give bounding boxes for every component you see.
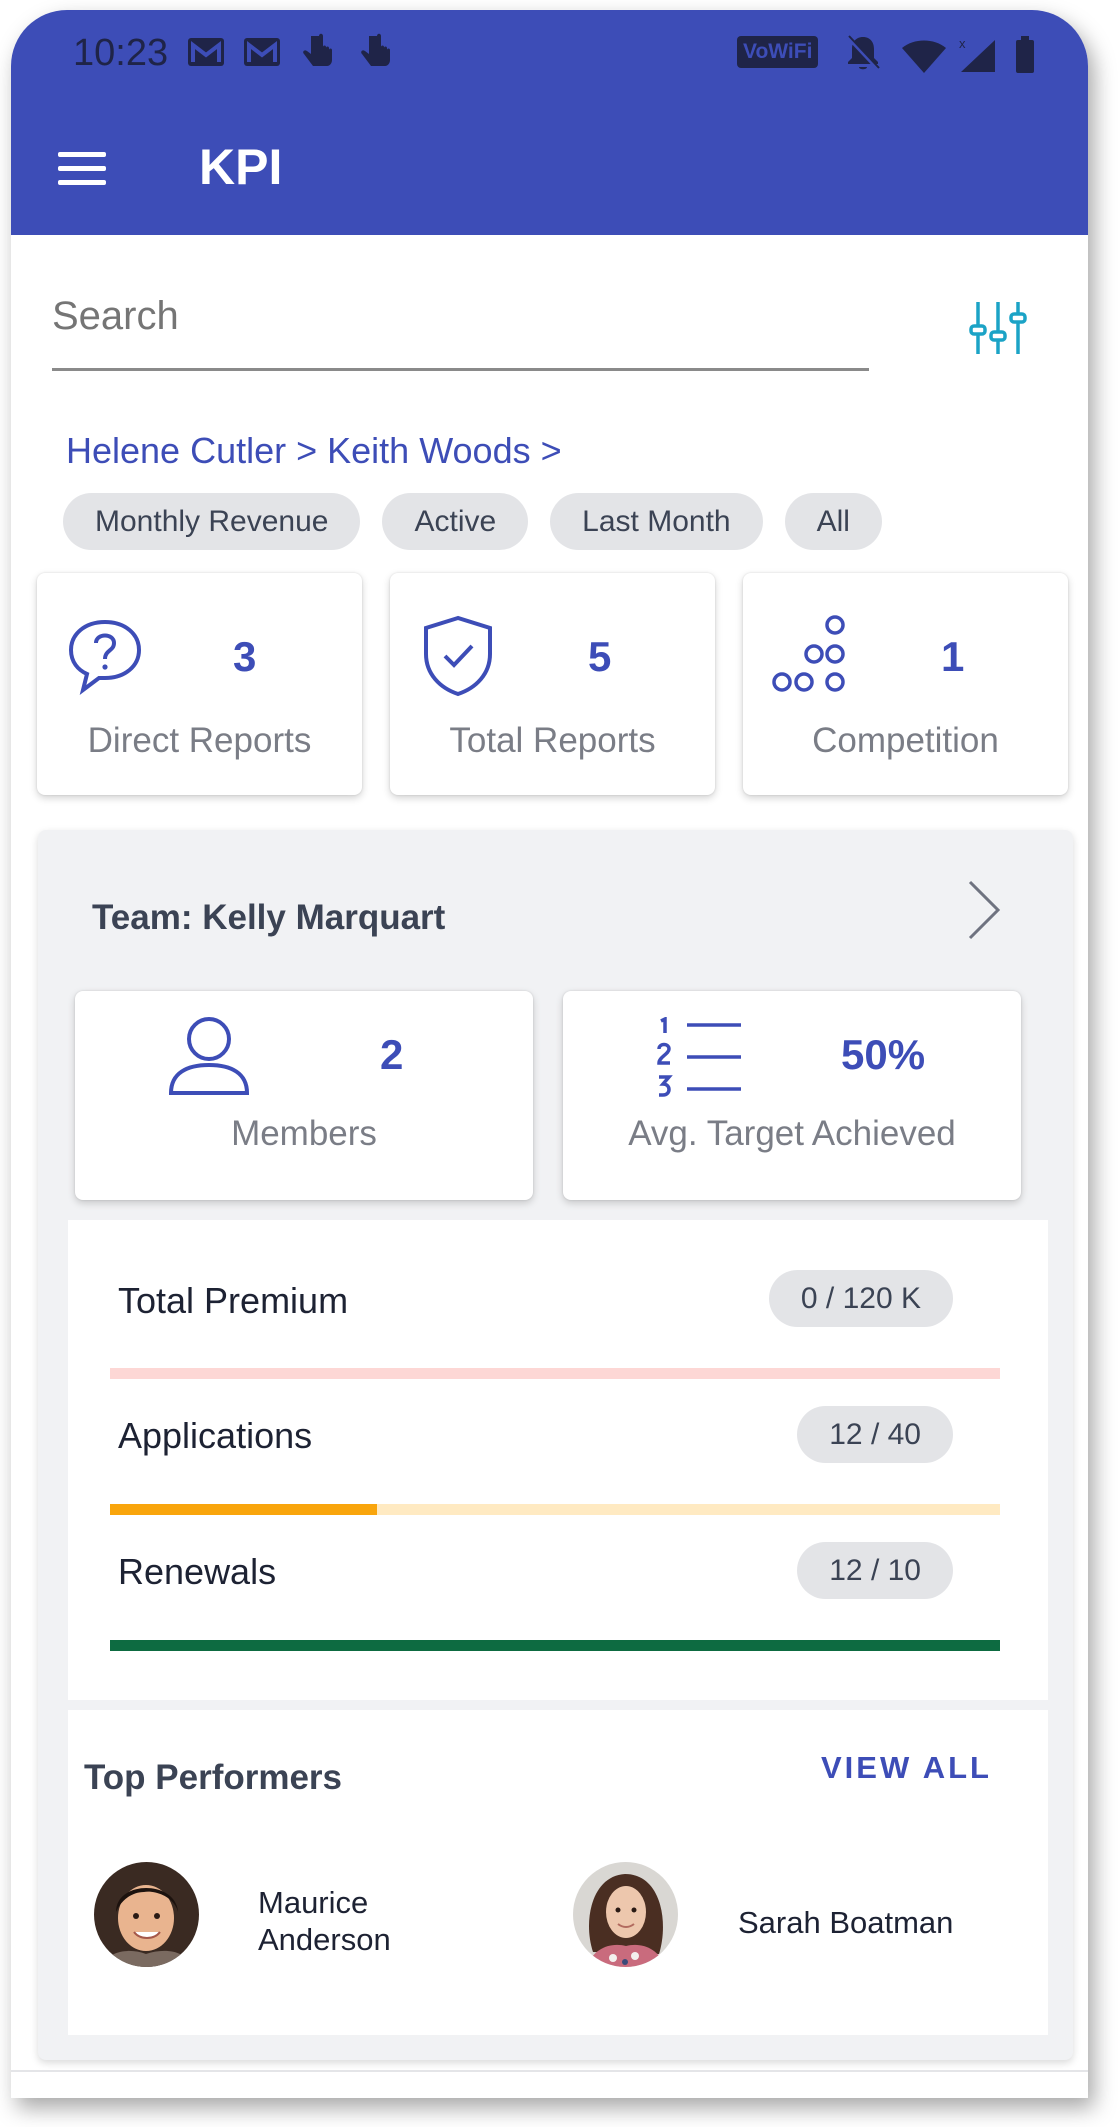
filter-chip-scope[interactable]: All bbox=[784, 493, 882, 550]
numbered-list-icon bbox=[657, 1017, 741, 1097]
status-time: 10:23 bbox=[73, 32, 169, 74]
avatar[interactable] bbox=[573, 1862, 678, 1967]
top-performers-title: Top Performers bbox=[84, 1758, 343, 1797]
kpi-label-renewals: Renewals bbox=[118, 1551, 277, 1592]
bell-off-icon bbox=[846, 35, 880, 71]
avatar-photo bbox=[94, 1862, 199, 1967]
kpi-label-total-premium: Total Premium bbox=[118, 1280, 349, 1321]
total-reports-value: 5 bbox=[588, 633, 612, 680]
members-label: Members bbox=[231, 1114, 377, 1153]
total-reports-card[interactable]: 5 Total Reports bbox=[390, 573, 715, 795]
total-reports-label: Total Reports bbox=[449, 721, 656, 760]
members-card[interactable]: 2 Members bbox=[75, 991, 533, 1200]
question-bubble-icon bbox=[68, 619, 142, 695]
progress-fill-renewals bbox=[110, 1640, 1000, 1651]
chevron-right-icon[interactable] bbox=[964, 878, 1004, 942]
svg-text:x: x bbox=[959, 36, 966, 51]
performer-name[interactable]: Maurice Anderson bbox=[258, 1884, 391, 1958]
competition-value: 1 bbox=[941, 633, 965, 680]
direct-reports-card[interactable]: 3 Direct Reports bbox=[37, 573, 362, 795]
shield-check-icon bbox=[424, 615, 492, 697]
person-icon bbox=[168, 1017, 250, 1095]
direct-reports-label: Direct Reports bbox=[87, 721, 312, 760]
kpi-badge-applications: 12 / 40 bbox=[797, 1406, 953, 1463]
signal-icon: x bbox=[959, 36, 995, 72]
avatar-photo bbox=[573, 1862, 678, 1967]
search-input[interactable] bbox=[52, 288, 852, 339]
kpi-label-applications: Applications bbox=[118, 1415, 313, 1456]
filter-chip-status[interactable]: Active bbox=[382, 493, 529, 550]
breadcrumb[interactable]: Helene Cutler > Keith Woods > bbox=[66, 430, 562, 472]
kpi-badge-total-premium: 0 / 120 K bbox=[768, 1270, 953, 1327]
avatar[interactable] bbox=[94, 1862, 199, 1967]
circles-pyramid-icon bbox=[772, 615, 845, 692]
touch-hand-icon bbox=[361, 33, 390, 66]
phone-screen: 10:23 VoWiFi x KPI Search Helene Cutler … bbox=[11, 10, 1088, 2098]
vowifi-badge: VoWiFi bbox=[737, 36, 819, 68]
wifi-icon bbox=[902, 40, 946, 73]
competition-card[interactable]: 1 Competition bbox=[743, 573, 1068, 795]
progress-bar-total-premium bbox=[110, 1368, 1000, 1379]
target-card[interactable]: 50% Avg. Target Achieved bbox=[563, 991, 1021, 1200]
progress-bar-renewals bbox=[110, 1640, 1000, 1651]
status-bar: 10:23 VoWiFi x bbox=[11, 10, 1088, 100]
touch-hand-icon bbox=[303, 33, 332, 66]
performer-name[interactable]: Sarah Boatman bbox=[738, 1904, 953, 1941]
gmail-icon bbox=[188, 38, 224, 66]
progress-bar-applications bbox=[110, 1504, 1000, 1515]
battery-icon bbox=[1016, 36, 1034, 73]
target-label: Avg. Target Achieved bbox=[628, 1114, 956, 1153]
hamburger-menu-icon[interactable] bbox=[58, 152, 106, 186]
progress-fill-applications bbox=[110, 1504, 377, 1515]
view-all-link[interactable]: VIEW ALL bbox=[821, 1750, 992, 1786]
direct-reports-value: 3 bbox=[233, 633, 257, 680]
gmail-icon bbox=[244, 38, 280, 66]
target-value: 50% bbox=[841, 1031, 926, 1078]
team-title[interactable]: Team: Kelly Marquart bbox=[92, 898, 445, 938]
kpi-badge-renewals: 12 / 10 bbox=[797, 1542, 953, 1599]
page-title: KPI bbox=[199, 139, 283, 195]
filter-chip-metric[interactable]: Monthly Revenue bbox=[63, 493, 361, 550]
members-value: 2 bbox=[380, 1031, 404, 1078]
competition-label: Competition bbox=[812, 721, 999, 760]
search-field[interactable] bbox=[52, 288, 869, 371]
sliders-filter-icon[interactable] bbox=[968, 298, 1028, 358]
filter-chip-period[interactable]: Last Month bbox=[550, 493, 763, 550]
filter-chips: Monthly Revenue Active Last Month All bbox=[63, 493, 882, 550]
bottom-divider bbox=[11, 2070, 1088, 2072]
